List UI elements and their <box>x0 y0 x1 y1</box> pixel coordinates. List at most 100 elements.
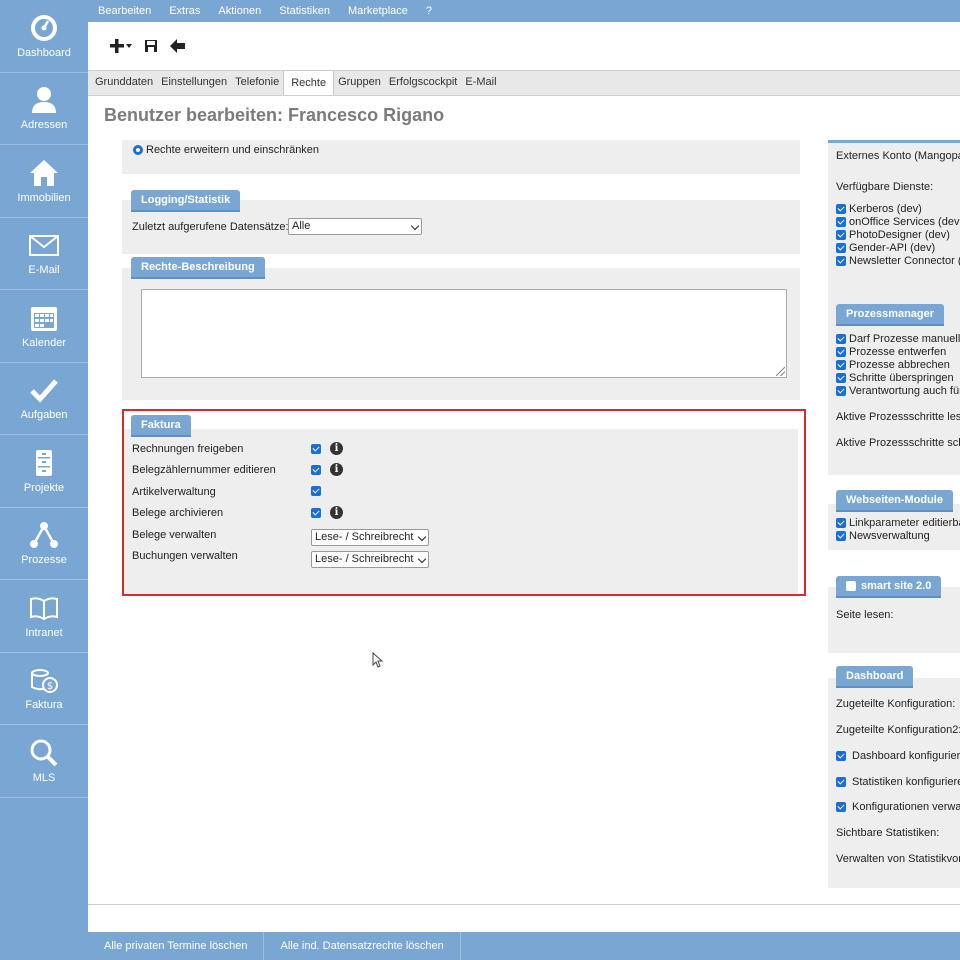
checkbox[interactable] <box>836 347 846 357</box>
info-icon[interactable]: i <box>330 442 343 455</box>
belegzaehler-checkbox[interactable] <box>311 465 321 475</box>
process-icon <box>30 522 58 549</box>
dashboard-item[interactable]: Konfigurationen verwal <box>836 801 960 813</box>
prozess-item[interactable]: Prozesse entwerfen <box>836 346 946 358</box>
menu-aktionen[interactable]: Aktionen <box>218 5 261 17</box>
dienst-item[interactable]: Newsletter Connector ( <box>836 255 960 267</box>
sidebar-label: Aufgaben <box>20 409 68 422</box>
webseiten-item[interactable]: Newsverwaltung <box>836 530 930 542</box>
artikelverwaltung-checkbox[interactable] <box>311 486 321 496</box>
checkbox[interactable] <box>836 777 846 787</box>
faktura-row-label: Belege verwalten <box>132 529 217 541</box>
logging-select[interactable]: Alle <box>288 218 422 235</box>
buchungen-verwalten-select[interactable]: Lese- / Schreibrecht <box>311 551 429 568</box>
sichtbare-statistiken-label: Sichtbare Statistiken: <box>836 827 940 839</box>
logging-select-value: Alle <box>292 220 311 232</box>
sidebar-item-adressen[interactable]: Adressen <box>0 73 88 145</box>
checkbox[interactable] <box>836 531 846 541</box>
smartsite-legend-label: smart site 2.0 <box>861 580 932 592</box>
floppy-disk-icon <box>145 40 157 52</box>
checkbox[interactable] <box>836 360 846 370</box>
checkbox[interactable] <box>836 373 846 383</box>
rechte-radio[interactable] <box>133 145 143 155</box>
checkbox[interactable] <box>836 217 846 227</box>
dienst-item[interactable]: Kerberos (dev) <box>836 203 922 215</box>
dashboard-item[interactable]: Dashboard konfiguriere <box>836 750 960 762</box>
envelope-icon <box>29 235 59 257</box>
rechnungen-freigeben-checkbox[interactable] <box>311 444 321 454</box>
tab-gruppen[interactable]: Gruppen <box>334 70 385 95</box>
sidebar-item-projekte[interactable]: Projekte <box>0 435 88 508</box>
checkbox[interactable] <box>836 386 846 396</box>
sidebar-item-kalender[interactable]: Kalender <box>0 290 88 363</box>
sidebar-label: Kalender <box>21 336 67 349</box>
dienst-label: Newsletter Connector ( <box>849 255 960 267</box>
checkbox[interactable] <box>836 230 846 240</box>
sidebar-item-email[interactable]: E-Mail <box>0 218 88 290</box>
prozess-item[interactable]: Prozesse abbrechen <box>836 359 950 371</box>
info-icon[interactable]: i <box>330 506 343 519</box>
delete-record-rights-button[interactable]: Alle ind. Datensatzrechte löschen <box>264 932 461 960</box>
menu-extras[interactable]: Extras <box>169 5 200 17</box>
tab-einstellungen[interactable]: Einstellungen <box>157 70 231 95</box>
dienst-item[interactable]: Gender-API (dev) <box>836 242 935 254</box>
coins-icon: $ <box>31 669 58 694</box>
tab-erfolgscockpit[interactable]: Erfolgscockpit <box>385 70 461 95</box>
webseiten-item[interactable]: Linkparameter editierba <box>836 517 960 529</box>
checkbox[interactable] <box>836 802 846 812</box>
chevron-down-icon <box>410 221 420 231</box>
aktive-lesen-label: Aktive Prozessschritte lese <box>836 411 960 423</box>
sidebar-item-intranet[interactable]: Intranet <box>0 580 88 653</box>
checkbox[interactable] <box>836 518 846 528</box>
checkbox[interactable] <box>836 243 846 253</box>
dienst-item[interactable]: onOffice Services (dev <box>836 216 959 228</box>
dienst-label: Kerberos (dev) <box>849 203 922 215</box>
sidebar: Dashboard Adressen Immobilien E-Mail Kal… <box>0 0 88 960</box>
menu-marketplace[interactable]: Marketplace <box>348 5 408 17</box>
sidebar-item-aufgaben[interactable]: Aufgaben <box>0 363 88 435</box>
prozess-item[interactable]: Darf Prozesse manuell <box>836 333 960 345</box>
tab-telefonie[interactable]: Telefonie <box>231 70 283 95</box>
belege-archivieren-checkbox[interactable] <box>311 508 321 518</box>
page-title: Benutzer bearbeiten: Francesco Rigano <box>104 105 445 125</box>
checkmark-icon <box>30 379 58 403</box>
checkbox[interactable] <box>836 256 846 266</box>
logging-label: Zuletzt aufgerufene Datensätze: <box>132 221 289 233</box>
dienst-item[interactable]: PhotoDesigner (dev) <box>836 229 950 241</box>
sidebar-item-dashboard[interactable]: Dashboard <box>0 0 88 73</box>
smartsite-legend[interactable]: smart site 2.0 <box>836 576 942 596</box>
sidebar-item-prozesse[interactable]: Prozesse <box>0 508 88 580</box>
main-content: Benutzer bearbeiten: Francesco Rigano Re… <box>88 96 960 904</box>
menu-help[interactable]: ? <box>426 5 432 17</box>
belege-verwalten-select[interactable]: Lese- / Schreibrecht <box>311 529 429 546</box>
prozess-label: Verantwortung auch für <box>849 385 960 397</box>
sidebar-item-faktura[interactable]: $ Faktura <box>0 653 88 725</box>
tab-rechte[interactable]: Rechte <box>283 70 335 95</box>
tab-grunddaten[interactable]: Grunddaten <box>91 70 157 95</box>
beschreibung-textarea[interactable] <box>141 289 787 378</box>
svg-text:$: $ <box>47 681 53 692</box>
beschreibung-legend: Rechte-Beschreibung <box>131 257 265 277</box>
prozess-label: Prozesse entwerfen <box>849 346 947 358</box>
menu-bearbeiten[interactable]: Bearbeiten <box>98 5 151 17</box>
delete-private-appointments-button[interactable]: Alle privaten Termine löschen <box>88 932 265 960</box>
checkbox[interactable] <box>836 204 846 214</box>
save-button[interactable] <box>144 39 158 53</box>
info-icon[interactable]: i <box>330 463 343 476</box>
add-button[interactable] <box>108 37 132 55</box>
sidebar-item-immobilien[interactable]: Immobilien <box>0 145 88 218</box>
tab-email[interactable]: E-Mail <box>461 70 500 95</box>
resize-handle-icon[interactable] <box>776 367 785 376</box>
back-button[interactable] <box>170 39 186 53</box>
prozess-item[interactable]: Verantwortung auch für <box>836 385 960 397</box>
menu-statistiken[interactable]: Statistiken <box>279 5 330 17</box>
right-panel: Externes Konto (Mangopa Verfügbare Diens… <box>828 140 960 904</box>
checkbox[interactable] <box>836 751 846 761</box>
chevron-down-icon <box>417 532 427 542</box>
dashboard-item[interactable]: Statistiken konfiguriere <box>836 776 960 788</box>
prozess-item[interactable]: Schritte überspringen <box>836 372 954 384</box>
aktive-schreiben-label: Aktive Prozessschritte sch <box>836 437 960 449</box>
checkbox[interactable] <box>836 334 846 344</box>
sidebar-item-mls[interactable]: MLS <box>0 725 88 798</box>
smartsite-checkbox[interactable] <box>846 581 856 591</box>
